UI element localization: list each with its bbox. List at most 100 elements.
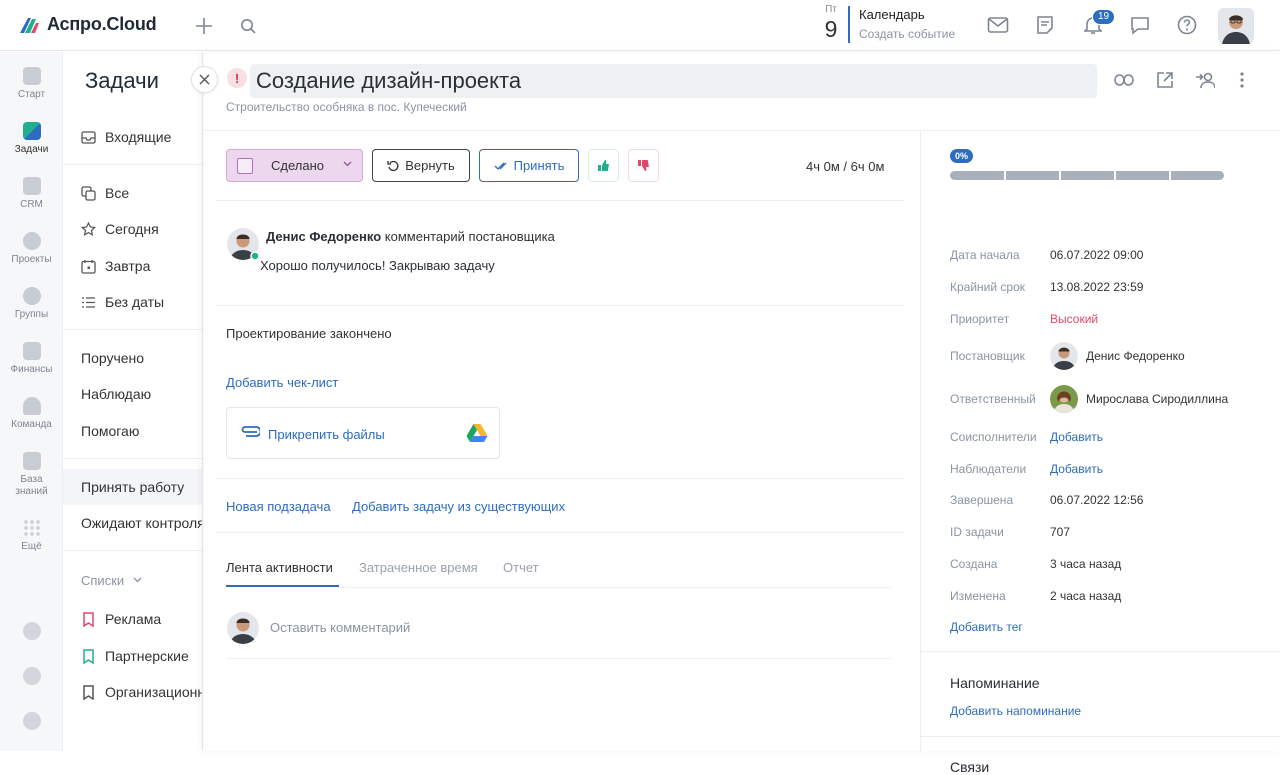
prop-completed: Завершена 06.07.2022 12:56 <box>950 493 1280 507</box>
help-icon[interactable] <box>1175 13 1199 37</box>
calendar-widget[interactable]: Календарь Создать событие <box>859 7 955 41</box>
top-bar: Аспро.Cloud Пт 9 Календарь Создать событ… <box>0 0 1280 51</box>
grid-icon <box>23 519 41 537</box>
logo[interactable]: Аспро.Cloud <box>18 14 157 35</box>
more-vertical-icon[interactable] <box>1231 69 1253 91</box>
date-widget[interactable]: Пт 9 <box>818 4 844 42</box>
nav-item-label: Реклама <box>105 611 162 627</box>
done-checkbox[interactable] <box>237 157 253 174</box>
divider <box>63 458 202 459</box>
nav-item-tomorrow[interactable]: Завтра <box>63 248 202 284</box>
rail-item-extra-3[interactable] <box>0 712 63 730</box>
tasks-nav: Задачи Входящие Все Сегодня Завтра Без д… <box>63 52 203 751</box>
task-project[interactable]: Строительство особняка в пос. Купеческий <box>226 100 467 114</box>
nav-item-helping[interactable]: Помогаю <box>63 413 202 449</box>
progress-segment <box>1114 171 1116 180</box>
nav-list-ads[interactable]: Реклама <box>63 601 202 637</box>
accept-button[interactable]: Принять <box>479 149 579 182</box>
rail-item-start[interactable]: Старт <box>0 67 63 101</box>
rail-item-crm[interactable]: CRM <box>0 177 63 211</box>
nav-item-watching[interactable]: Наблюдаю <box>63 376 202 412</box>
nav-item-label: Без даты <box>105 294 165 310</box>
start-date-value[interactable]: 06.07.2022 09:00 <box>1050 248 1143 262</box>
task-title[interactable]: Создание дизайн-проекта <box>250 64 1097 98</box>
copy-icon <box>81 185 96 201</box>
news-icon[interactable] <box>1033 13 1057 37</box>
nav-item-all[interactable]: Все <box>63 175 202 211</box>
new-subtask-link[interactable]: Новая подзадача <box>226 499 331 514</box>
link-icon[interactable] <box>1113 69 1135 91</box>
comment-author-name[interactable]: Денис Федоренко <box>266 229 381 244</box>
open-external-icon[interactable] <box>1154 69 1176 91</box>
rail-item-knowledge[interactable]: База знаний <box>0 452 63 498</box>
comment-input[interactable]: Оставить комментарий <box>270 620 410 635</box>
tab-activity[interactable]: Лента активности <box>226 560 333 575</box>
add-checklist-link[interactable]: Добавить чек-лист <box>226 375 338 390</box>
tab-time-spent[interactable]: Затраченное время <box>359 560 478 575</box>
rail-item-tasks[interactable]: Задачи <box>0 122 63 156</box>
nav-item-assigned[interactable]: Поручено <box>63 340 202 376</box>
user-avatar[interactable] <box>1218 8 1254 44</box>
create-event-link[interactable]: Создать событие <box>859 27 955 41</box>
creator-value[interactable]: Денис Федоренко <box>1050 342 1185 370</box>
active-tab-indicator <box>226 585 339 587</box>
nav-list-org[interactable]: Организационные <box>63 674 202 710</box>
accept-label: Принять <box>513 158 565 173</box>
reminder-heading: Напоминание <box>950 675 1040 691</box>
nav-item-today[interactable]: Сегодня <box>63 211 202 247</box>
rail-item-team[interactable]: Команда <box>0 397 63 431</box>
prop-key: ID задачи <box>950 525 1004 539</box>
responsible-value[interactable]: Мирослава Сиродиллина <box>1050 385 1228 413</box>
divider <box>216 478 904 479</box>
chat-icon[interactable] <box>1128 13 1152 37</box>
start-icon <box>22 67 41 85</box>
star-icon <box>81 221 96 237</box>
inbox-icon <box>81 130 96 145</box>
left-rail: Старт Задачи CRM Проекты Группы Финансы … <box>0 52 63 751</box>
rail-label: Старт <box>17 89 46 100</box>
prop-key: Завершена <box>950 493 1014 507</box>
divider <box>226 658 891 659</box>
add-watcher-link[interactable]: Добавить <box>1050 462 1103 476</box>
tab-report[interactable]: Отчет <box>503 560 539 575</box>
attach-files-label: Прикрепить файлы <box>268 427 385 442</box>
prop-created: Создана 3 часа назад <box>950 557 1280 571</box>
rail-item-groups[interactable]: Группы <box>0 287 63 321</box>
close-button[interactable] <box>191 66 218 93</box>
deadline-value[interactable]: 13.08.2022 23:59 <box>1050 280 1143 294</box>
google-drive-icon[interactable] <box>466 423 488 443</box>
mail-icon[interactable] <box>986 13 1010 37</box>
dislike-button[interactable] <box>628 149 659 182</box>
like-button[interactable] <box>588 149 619 182</box>
nav-list-partners[interactable]: Партнерские <box>63 638 202 674</box>
links-heading: Связи <box>950 759 990 775</box>
add-coexecutor-link[interactable]: Добавить <box>1050 430 1103 444</box>
rail-item-projects[interactable]: Проекты <box>0 232 63 266</box>
return-button[interactable]: Вернуть <box>372 149 470 182</box>
rail-item-more[interactable]: Ещё <box>0 519 63 553</box>
rail-item-finance[interactable]: Финансы <box>0 342 63 376</box>
divider <box>920 651 1280 652</box>
projects-icon <box>22 232 41 250</box>
add-tag-link[interactable]: Добавить тег <box>950 620 1023 634</box>
return-label: Вернуть <box>405 158 455 173</box>
integration-icon <box>22 622 41 640</box>
nav-item-awaiting-control[interactable]: Ожидают контроля <box>63 505 202 541</box>
lists-toggle[interactable]: Списки <box>63 562 202 598</box>
priority-value[interactable]: Высокий <box>1050 312 1098 326</box>
bookmark-icon <box>81 611 96 627</box>
status-done-dropdown[interactable]: Сделано <box>226 149 363 182</box>
task-description[interactable]: Проектирование закончено <box>226 326 392 341</box>
add-reminder-link[interactable]: Добавить напоминание <box>950 704 1081 718</box>
add-existing-task-link[interactable]: Добавить задачу из существующих <box>352 499 565 514</box>
plus-icon[interactable] <box>193 15 215 37</box>
delegate-icon[interactable] <box>1194 69 1216 91</box>
rail-item-extra-1[interactable] <box>0 622 63 640</box>
nav-item-accept-work[interactable]: Принять работу <box>63 469 202 505</box>
search-icon[interactable] <box>237 15 259 37</box>
nav-item-no-date[interactable]: Без даты <box>63 284 202 320</box>
nav-item-inbox[interactable]: Входящие <box>63 119 202 155</box>
rail-item-extra-2[interactable] <box>0 667 63 685</box>
progress-segment <box>1004 171 1006 180</box>
attach-files-box[interactable]: Прикрепить файлы <box>226 407 500 459</box>
